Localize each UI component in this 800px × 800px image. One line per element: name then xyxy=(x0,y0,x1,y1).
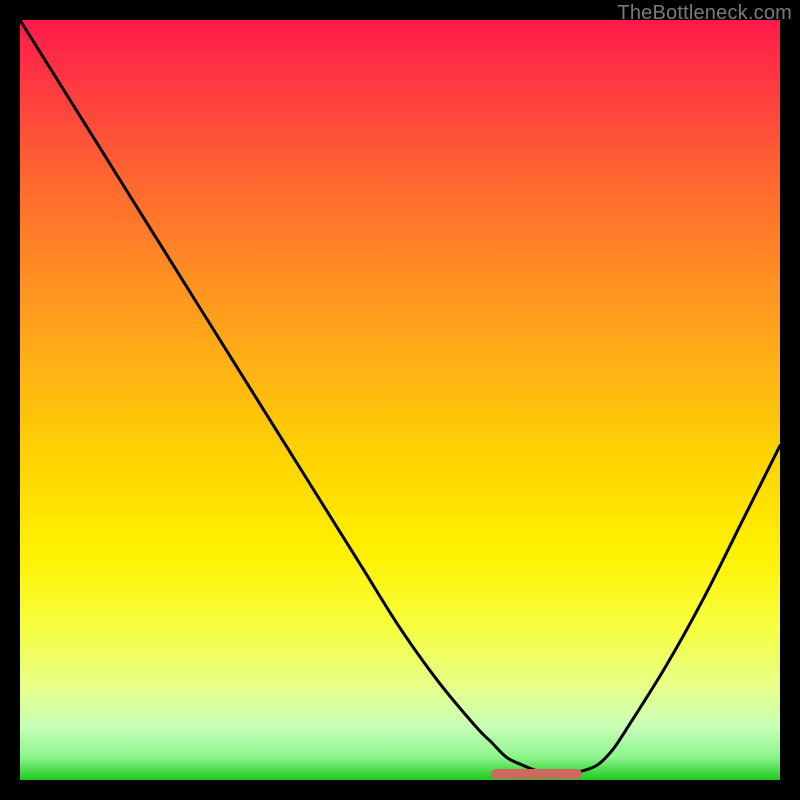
minimum-marker xyxy=(491,769,582,779)
chart-frame: TheBottleneck.com xyxy=(0,0,800,800)
bottleneck-curve-path xyxy=(20,20,780,774)
plot-area xyxy=(20,20,780,780)
curve-svg xyxy=(20,20,780,780)
